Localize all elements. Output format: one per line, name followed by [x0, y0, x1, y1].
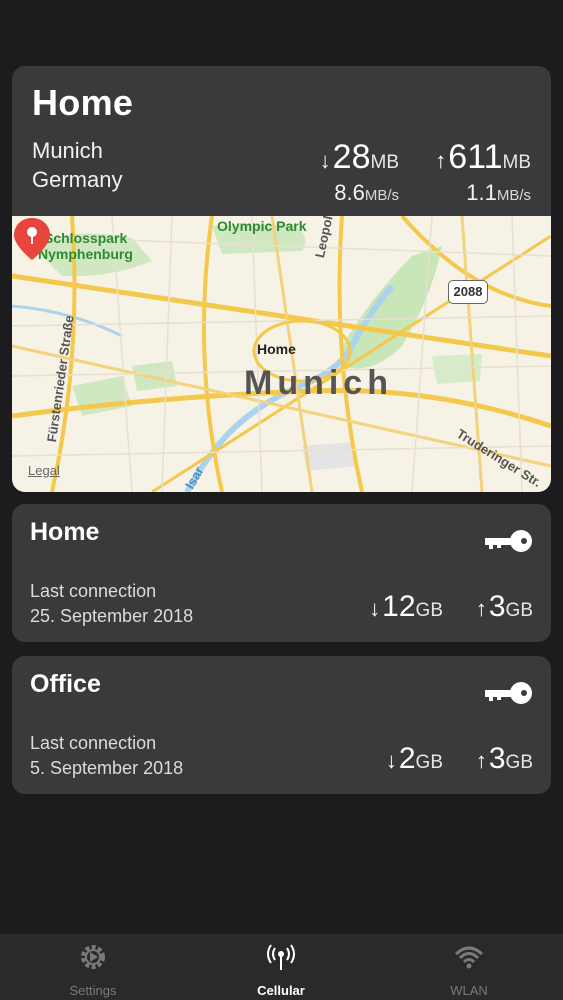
download-arrow-icon: ↓ — [319, 148, 331, 173]
download-total: ↓28MB — [320, 138, 399, 177]
map-label-park2: Olympic Park — [217, 218, 307, 234]
upload-arrow-icon: ↑ — [475, 596, 487, 621]
network-name: Home — [30, 518, 100, 546]
tab-wlan[interactable]: WLAN — [399, 934, 539, 1000]
tab-cellular[interactable]: Cellular — [211, 934, 351, 1000]
key-icon[interactable] — [485, 528, 533, 554]
location-country: Germany — [32, 167, 123, 192]
wifi-icon — [454, 946, 484, 969]
road-shield: 2088 — [448, 280, 488, 304]
upload-total: ↑3GB — [476, 590, 533, 624]
gear-icon — [81, 945, 105, 969]
upload-rate-unit: MB/s — [496, 187, 531, 204]
last-connection-date: 25. September 2018 — [30, 606, 194, 626]
upload-unit: MB — [502, 152, 532, 173]
download-unit: GB — [415, 600, 443, 621]
network-card-office[interactable]: Office Last connection 5. September 2018… — [12, 656, 551, 794]
download-value: 28 — [332, 138, 371, 176]
upload-rate-value: 1.1 — [466, 180, 497, 205]
download-value: 12 — [382, 590, 416, 623]
download-unit: GB — [415, 752, 443, 773]
map-pin-label: Home — [257, 341, 296, 357]
network-card-home[interactable]: Home Last connection 25. September 2018 … — [12, 504, 551, 642]
upload-arrow-icon: ↑ — [475, 748, 487, 773]
upload-rate: 1.1MB/s — [466, 180, 531, 206]
last-connection-label: Last connection — [30, 733, 157, 753]
upload-arrow-icon: ↑ — [435, 148, 447, 173]
location-map[interactable]: Schlosspark Nymphenburg Olympic Park Leo… — [12, 216, 551, 492]
tab-label: WLAN — [450, 983, 488, 998]
download-value: 2 — [398, 742, 416, 775]
location-city: Munich — [32, 138, 103, 163]
map-label-park1-line2: Nymphenburg — [38, 246, 133, 262]
key-icon[interactable] — [485, 680, 533, 706]
download-total: ↓2GB — [386, 742, 443, 776]
upload-unit: GB — [505, 600, 533, 621]
current-network-card[interactable]: Home Munich Germany ↓28MB ↑611MB 8.6MB/s… — [12, 66, 551, 492]
upload-unit: GB — [505, 752, 533, 773]
network-name: Office — [30, 670, 101, 698]
tab-settings[interactable]: Settings — [23, 934, 163, 1000]
download-rate-unit: MB/s — [364, 187, 399, 204]
upload-total: ↑611MB — [435, 138, 531, 177]
upload-value: 611 — [448, 138, 503, 176]
upload-value: 3 — [488, 742, 506, 775]
location-pin-icon[interactable] — [12, 216, 52, 264]
last-connection-date: 5. September 2018 — [30, 758, 184, 778]
tab-label: Settings — [69, 983, 117, 998]
download-unit: MB — [370, 152, 400, 173]
upload-total: ↑3GB — [476, 742, 533, 776]
upload-value: 3 — [488, 590, 506, 623]
last-connection-label: Last connection — [30, 581, 157, 601]
tab-bar: Settings Cellular WLAN — [0, 934, 563, 1000]
download-rate-value: 8.6 — [334, 180, 365, 205]
map-label-park1-line1: Schlosspark — [44, 230, 128, 246]
network-title: Home — [32, 82, 134, 123]
download-arrow-icon: ↓ — [369, 596, 381, 621]
map-city-label: Munich — [244, 364, 393, 402]
antenna-icon — [267, 944, 295, 970]
map-legal-link[interactable]: Legal — [28, 463, 60, 478]
tab-label: Cellular — [257, 983, 305, 998]
download-total: ↓12GB — [369, 590, 443, 624]
download-rate: 8.6MB/s — [334, 180, 399, 206]
download-arrow-icon: ↓ — [385, 748, 397, 773]
